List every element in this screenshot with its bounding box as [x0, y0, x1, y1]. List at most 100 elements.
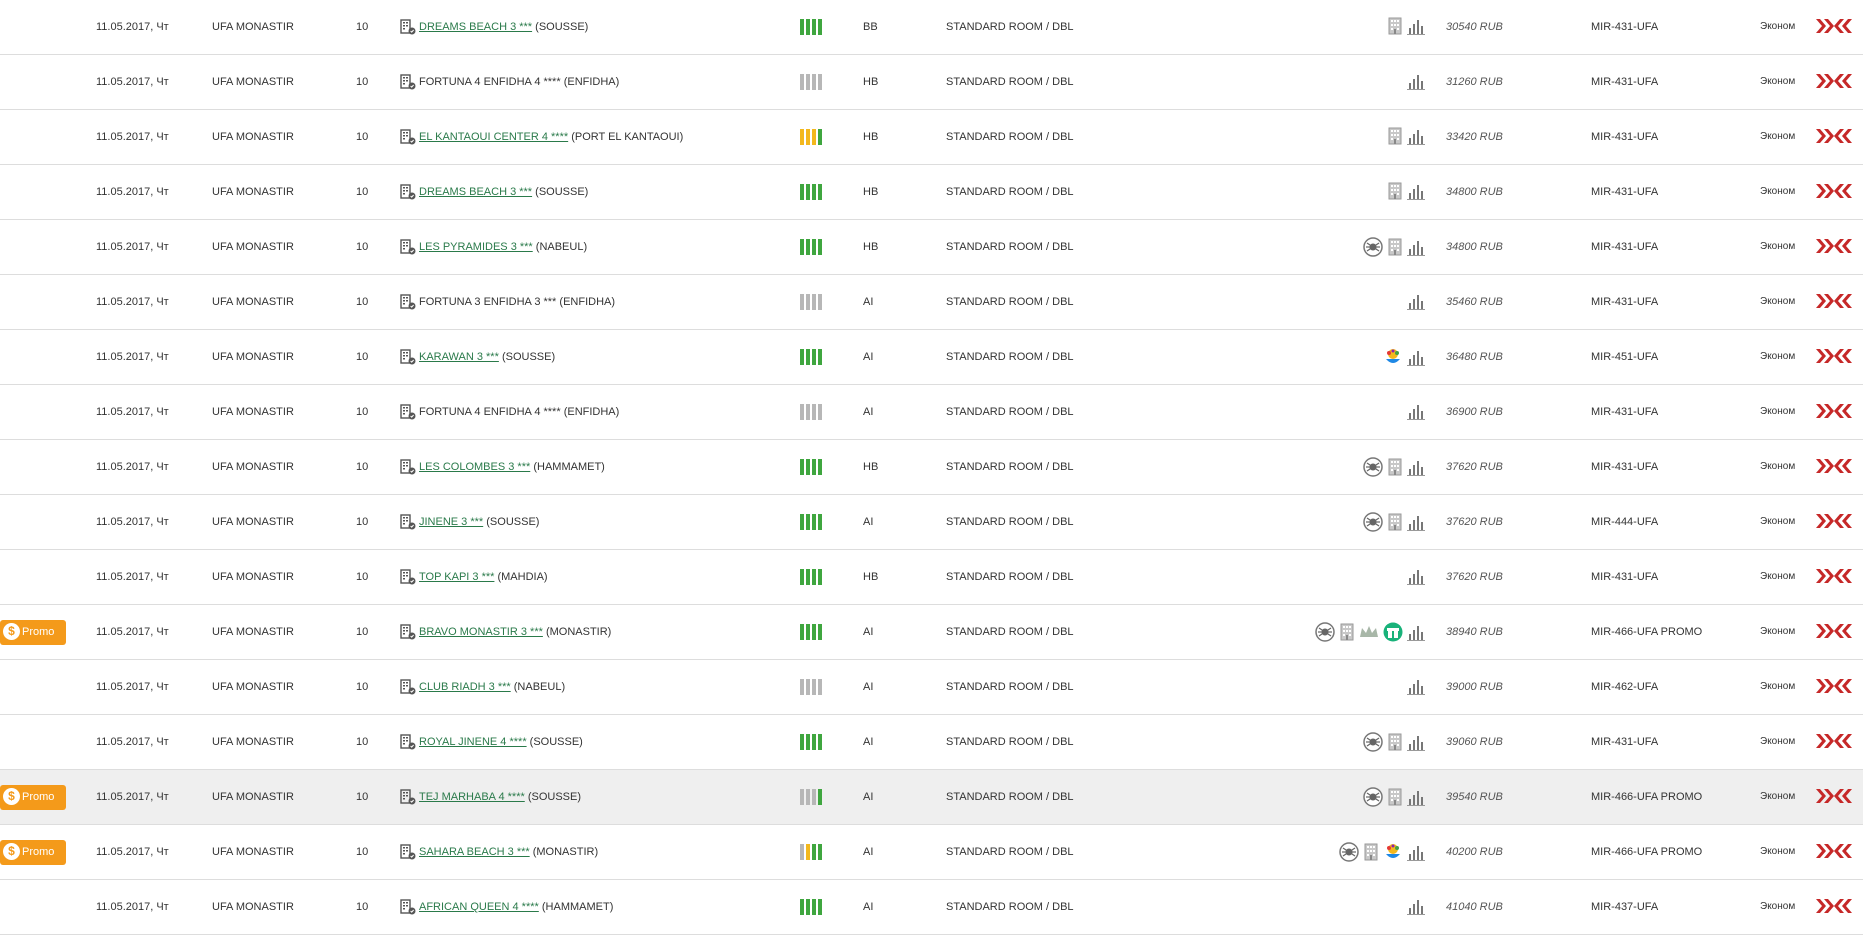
chart-icon[interactable] — [1407, 788, 1425, 813]
flight-route-button[interactable] — [1815, 733, 1853, 751]
availability-indicator — [800, 679, 824, 695]
tour-result-row[interactable]: 11.05.2017, Чт UFA MONASTIR 10 TOP KAPI 3 *… — [0, 550, 1863, 605]
hotel-link[interactable]: SAHARA BEACH 3 *** — [419, 846, 530, 858]
hotel-link[interactable]: DREAMS BEACH 3 *** — [419, 186, 532, 198]
price: 34800 RUB — [1446, 186, 1503, 198]
flight-route-button[interactable] — [1815, 18, 1853, 36]
flight-route-button[interactable] — [1815, 238, 1853, 256]
flight-route-button[interactable] — [1815, 73, 1853, 91]
chart-icon[interactable] — [1407, 238, 1425, 263]
flight-route-button[interactable] — [1815, 403, 1853, 421]
hotel-cell: JINENE 3 *** (SOUSSE) — [419, 495, 539, 549]
flight-route-button[interactable] — [1815, 293, 1853, 311]
route: UFA MONASTIR — [212, 351, 294, 363]
flight-route-button[interactable] — [1815, 513, 1853, 531]
chart-icon[interactable] — [1407, 292, 1425, 317]
hotel-info-icon[interactable] — [400, 404, 416, 420]
flight-route-button[interactable] — [1815, 678, 1853, 696]
flight-direction-icon — [1816, 349, 1852, 363]
tour-result-row[interactable]: 11.05.2017, Чт UFA MONASTIR 10 DREAMS BEACH… — [0, 165, 1863, 220]
tour-result-row[interactable]: 11.05.2017, Чт UFA MONASTIR 10 ROYAL JINENE… — [0, 715, 1863, 770]
hotel-info-icon[interactable] — [400, 679, 416, 695]
hotel-link[interactable]: CLUB RIADH 3 *** — [419, 681, 511, 693]
hotel-link[interactable]: ROYAL JINENE 4 **** — [419, 736, 527, 748]
availability-bar — [812, 789, 816, 805]
flight-route-button[interactable] — [1815, 788, 1853, 806]
flight-route-button[interactable] — [1815, 623, 1853, 641]
tour-result-row[interactable]: 11.05.2017, Чт UFA MONASTIR 10 FORTUNA 4 EN… — [0, 385, 1863, 440]
tour-result-row[interactable]: $ Promo 11.05.2017, Чт UFA MONASTIR 10 SAHARA… — [0, 825, 1863, 880]
nights-count: 10 — [356, 296, 369, 308]
flight-route-button[interactable] — [1815, 898, 1853, 916]
chart-icon[interactable] — [1407, 182, 1425, 207]
price: 40200 RUB — [1446, 846, 1503, 858]
tour-result-row[interactable]: 11.05.2017, Чт UFA MONASTIR 10 EL KANTAOUI … — [0, 110, 1863, 165]
route: UFA MONASTIR — [212, 406, 294, 418]
chart-icon[interactable] — [1407, 513, 1425, 538]
hotel-link[interactable]: KARAWAN 3 *** — [419, 351, 499, 363]
hotel-info-icon[interactable] — [400, 184, 416, 200]
hotel-info-icon[interactable] — [400, 844, 416, 860]
hotel-info-icon[interactable] — [400, 789, 416, 805]
tour-result-row[interactable]: 11.05.2017, Чт UFA MONASTIR 10 FORTUNA 3 EN… — [0, 275, 1863, 330]
hotel-info-icon[interactable] — [400, 459, 416, 475]
tour-result-row[interactable]: 11.05.2017, Чт UFA MONASTIR 10 KARAWAN 3 **… — [0, 330, 1863, 385]
hotel-info-icon[interactable] — [400, 294, 416, 310]
hotel-info-icon[interactable] — [400, 514, 416, 530]
tour-result-row[interactable]: 11.05.2017, Чт UFA MONASTIR 10 LES PYRAMIDE… — [0, 220, 1863, 275]
hotel-info-icon[interactable] — [400, 624, 416, 640]
hotel-info-icon[interactable] — [400, 74, 416, 90]
hotel-info-icon[interactable] — [400, 899, 416, 915]
hotel-cell: ROYAL JINENE 4 **** (SOUSSE) — [419, 715, 583, 769]
hotel-info-icon[interactable] — [400, 19, 416, 35]
hotel-link[interactable]: JINENE 3 *** — [419, 516, 483, 528]
chart-icon[interactable] — [1407, 677, 1425, 702]
tour-result-row[interactable]: $ Promo 11.05.2017, Чт UFA MONASTIR 10 TEJ MA… — [0, 770, 1863, 825]
chart-icon[interactable] — [1407, 348, 1425, 373]
tour-result-row[interactable]: 11.05.2017, Чт UFA MONASTIR 10 AFRICAN QUEE… — [0, 880, 1863, 935]
chart-icon[interactable] — [1407, 623, 1425, 648]
tour-result-row[interactable]: 11.05.2017, Чт UFA MONASTIR 10 LES COLOMBES… — [0, 440, 1863, 495]
tour-result-row[interactable]: 11.05.2017, Чт UFA MONASTIR 10 JINENE 3 ***… — [0, 495, 1863, 550]
tour-result-row[interactable]: 11.05.2017, Чт UFA MONASTIR 10 DREAMS BEACH… — [0, 0, 1863, 55]
hotel-info-icon[interactable] — [400, 129, 416, 145]
availability-bar — [800, 459, 804, 475]
tour-result-row[interactable]: 11.05.2017, Чт UFA MONASTIR 10 CLUB RIADH 3… — [0, 660, 1863, 715]
service-class: Эконом — [1760, 516, 1796, 527]
chart-icon[interactable] — [1407, 843, 1425, 868]
hotel-link[interactable]: TOP KAPI 3 *** — [419, 571, 494, 583]
hotel-link[interactable]: DREAMS BEACH 3 *** — [419, 21, 532, 33]
hotel-info-icon[interactable] — [400, 569, 416, 585]
route: UFA MONASTIR — [212, 901, 294, 913]
building-icon — [1387, 513, 1403, 538]
chart-icon[interactable] — [1407, 567, 1425, 592]
meal-plan: AI — [863, 516, 874, 528]
chart-icon[interactable] — [1407, 897, 1425, 922]
hotel-info-icon[interactable] — [400, 239, 416, 255]
hotel-link[interactable]: EL KANTAOUI CENTER 4 **** — [419, 131, 568, 143]
building-icon — [1387, 733, 1403, 758]
hotel-info-icon[interactable] — [400, 734, 416, 750]
chart-icon[interactable] — [1407, 402, 1425, 427]
tour-result-row[interactable]: 11.05.2017, Чт UFA MONASTIR 10 FORTUNA 4 EN… — [0, 55, 1863, 110]
flight-route-button[interactable] — [1815, 183, 1853, 201]
chart-icon[interactable] — [1407, 127, 1425, 152]
flight-route-button[interactable] — [1815, 348, 1853, 366]
chart-icon[interactable] — [1407, 17, 1425, 42]
hotel-link[interactable]: LES COLOMBES 3 *** — [419, 461, 530, 473]
flight-route-button[interactable] — [1815, 458, 1853, 476]
service-class: Эконом — [1760, 571, 1796, 582]
hotel-link[interactable]: BRAVO MONASTIR 3 *** — [419, 626, 543, 638]
hotel-info-icon[interactable] — [400, 349, 416, 365]
tour-result-row[interactable]: $ Promo 11.05.2017, Чт UFA MONASTIR 10 BRAVO … — [0, 605, 1863, 660]
hotel-link[interactable]: LES PYRAMIDES 3 *** — [419, 241, 533, 253]
hotel-link[interactable]: TEJ MARHABA 4 **** — [419, 791, 525, 803]
hotel-link[interactable]: AFRICAN QUEEN 4 **** — [419, 901, 539, 913]
chart-icon[interactable] — [1407, 458, 1425, 483]
hotel-features — [1250, 72, 1425, 92]
flight-route-button[interactable] — [1815, 568, 1853, 586]
chart-icon[interactable] — [1407, 72, 1425, 97]
flight-route-button[interactable] — [1815, 128, 1853, 146]
flight-route-button[interactable] — [1815, 843, 1853, 861]
chart-icon[interactable] — [1407, 733, 1425, 758]
